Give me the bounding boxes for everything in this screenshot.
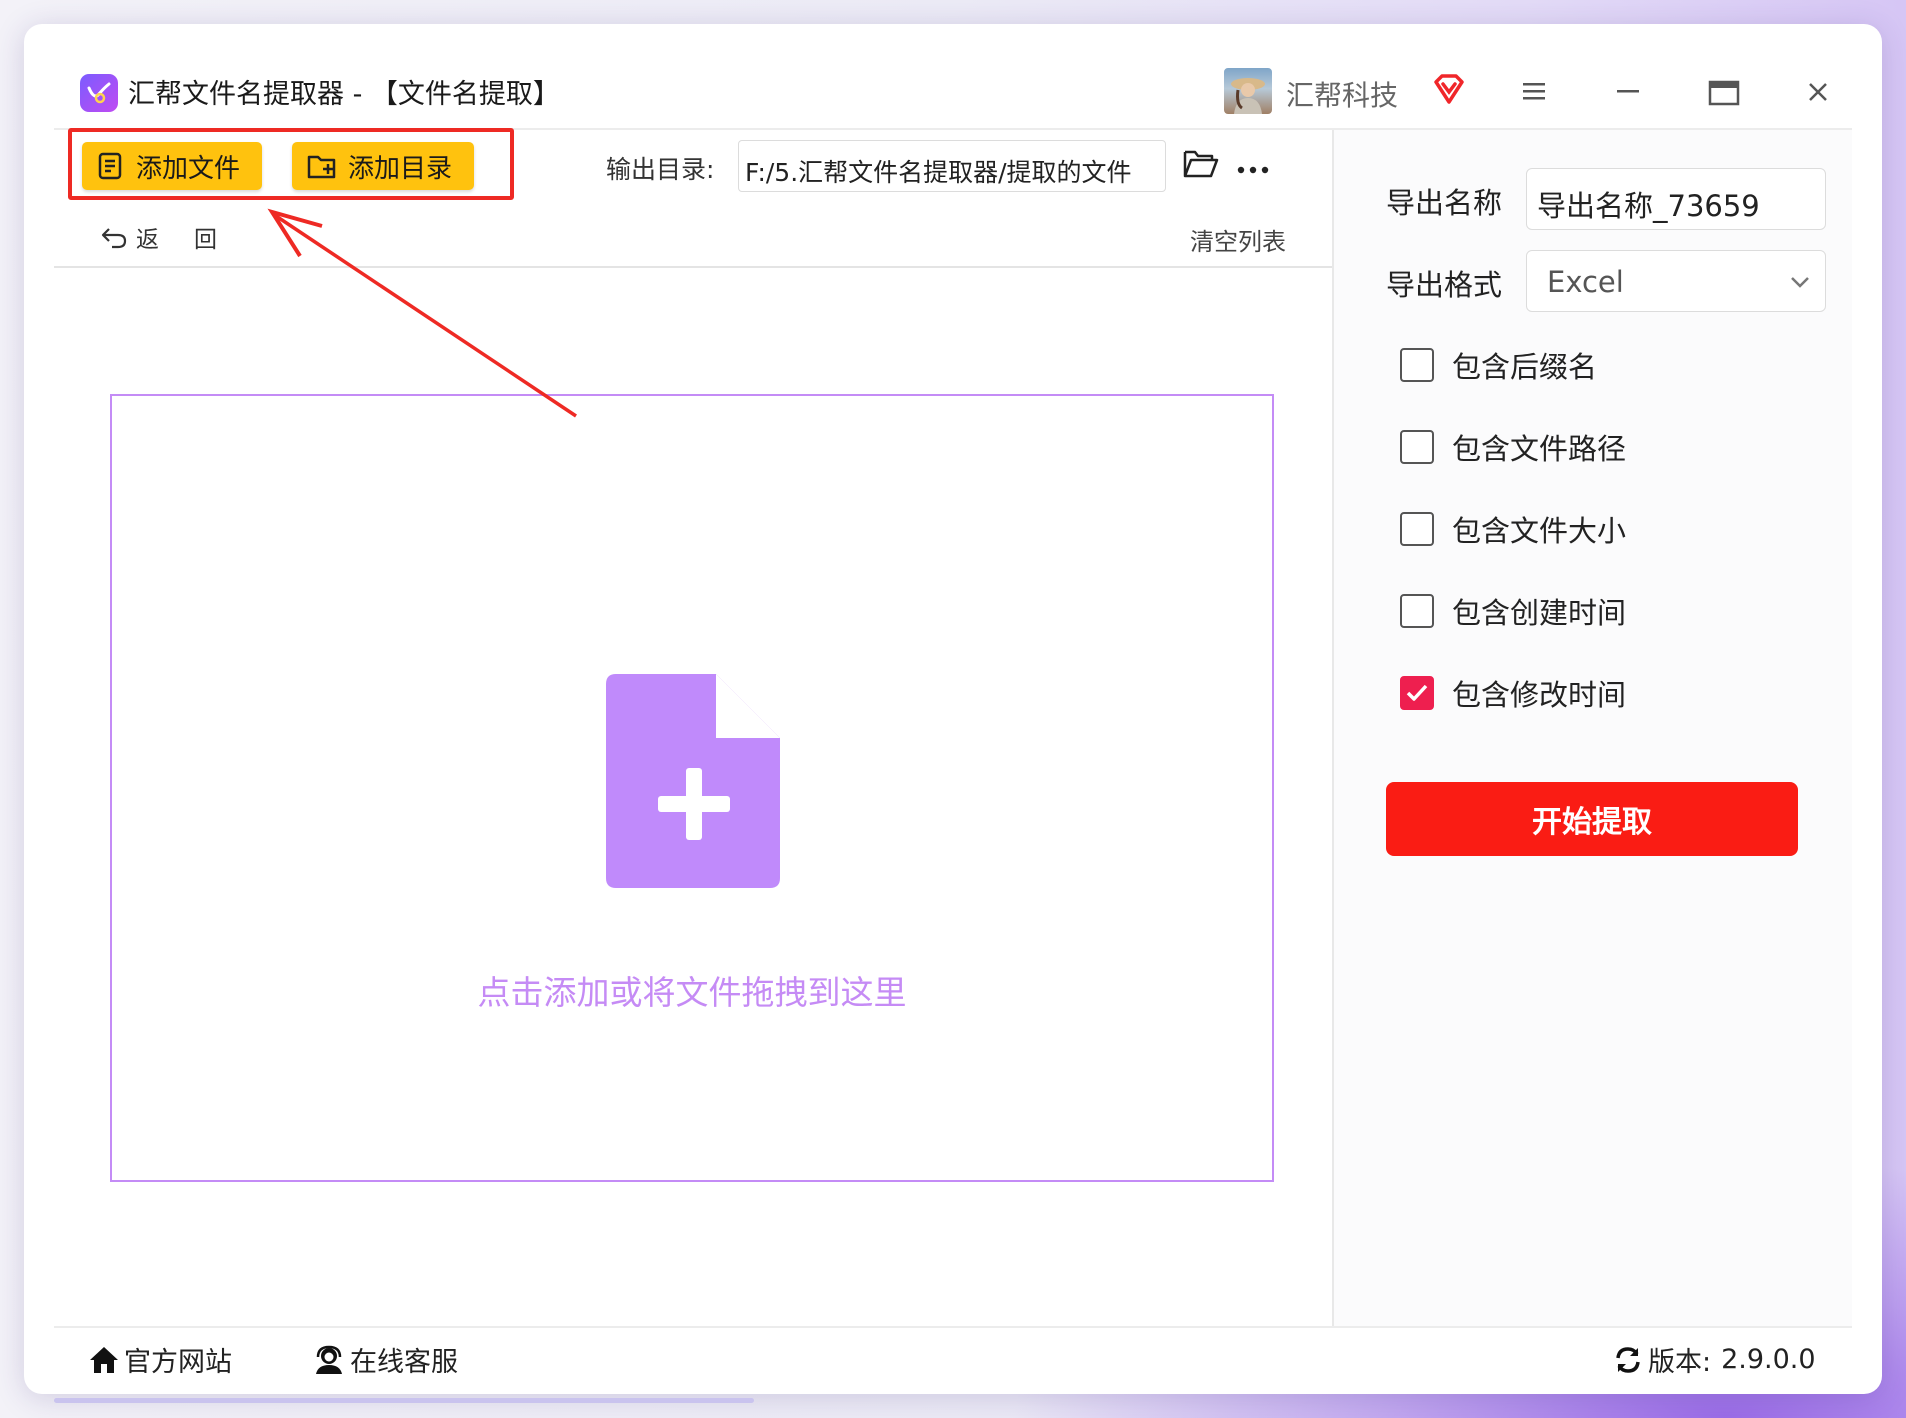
- support-label: 在线客服: [350, 1347, 458, 1378]
- maximize-icon[interactable]: [1704, 80, 1744, 110]
- official-website-link[interactable]: 官方网站: [88, 1340, 232, 1379]
- online-support-link[interactable]: 在线客服: [312, 1340, 458, 1379]
- version-info: 版本: 2.9.0.0: [1612, 1340, 1816, 1379]
- export-name-label: 导出名称: [1386, 186, 1503, 220]
- home-icon: [90, 1346, 118, 1373]
- panel-divider: [1332, 130, 1334, 1326]
- checkbox[interactable]: [1400, 348, 1434, 382]
- option-label: 包含后缀名: [1452, 350, 1598, 384]
- option-created-time[interactable]: 包含创建时间: [1400, 590, 1626, 632]
- window-title: 汇帮文件名提取器 - 【文件名提取】: [128, 79, 560, 110]
- checkbox[interactable]: [1400, 594, 1434, 628]
- option-file-path[interactable]: 包含文件路径: [1400, 426, 1626, 468]
- export-format-select[interactable]: Excel: [1526, 250, 1826, 312]
- chevron-down-icon: [1791, 277, 1809, 288]
- drop-hint-text: 点击添加或将文件拖拽到这里: [477, 973, 907, 1012]
- option-modified-time[interactable]: 包含修改时间: [1400, 672, 1626, 714]
- brand-name: 汇帮科技: [1286, 79, 1399, 112]
- export-format-value: Excel: [1547, 265, 1624, 299]
- back-label: 返 回: [136, 227, 223, 253]
- vip-diamond-icon[interactable]: [1432, 72, 1466, 110]
- export-format-label: 导出格式: [1386, 268, 1503, 302]
- more-options-icon[interactable]: [1236, 160, 1270, 179]
- version-value: 2.9.0.0: [1721, 1344, 1816, 1375]
- file-add-icon[interactable]: [606, 674, 780, 892]
- refresh-icon[interactable]: [1612, 1344, 1644, 1376]
- folder-open-icon[interactable]: [1182, 148, 1220, 184]
- back-button[interactable]: 返 回: [100, 220, 223, 254]
- option-label: 包含文件大小: [1452, 514, 1627, 548]
- option-label: 包含文件路径: [1452, 432, 1627, 466]
- start-extract-button[interactable]: 开始提取: [1386, 782, 1798, 856]
- output-dir-field[interactable]: F:/5.汇帮文件名提取器/提取的文件: [738, 140, 1166, 192]
- clear-list-button[interactable]: 清空列表: [1190, 222, 1286, 257]
- export-name-input[interactable]: 导出名称_73659: [1526, 168, 1826, 230]
- minimize-icon[interactable]: [1608, 80, 1648, 110]
- scrollbar[interactable]: [54, 1398, 754, 1403]
- website-label: 官方网站: [124, 1347, 232, 1378]
- checkbox-checked[interactable]: [1400, 676, 1434, 710]
- app-logo-icon: [80, 74, 118, 112]
- checkbox[interactable]: [1400, 512, 1434, 546]
- list-header-divider: [54, 266, 1332, 268]
- annotation-highlight-box: [68, 128, 514, 200]
- close-icon[interactable]: [1798, 80, 1838, 110]
- option-file-size[interactable]: 包含文件大小: [1400, 508, 1626, 550]
- user-avatar[interactable]: [1224, 68, 1272, 114]
- menu-icon[interactable]: [1514, 80, 1554, 110]
- checkbox[interactable]: [1400, 430, 1434, 464]
- version-label: 版本:: [1648, 1347, 1712, 1378]
- app-window: 汇帮文件名提取器 - 【文件名提取】 汇帮科技 添加文件 添加目录 输出目录: …: [24, 24, 1882, 1394]
- undo-arrow-icon: [101, 228, 127, 249]
- option-label: 包含修改时间: [1452, 678, 1627, 712]
- title-bar: 汇帮文件名提取器 - 【文件名提取】 汇帮科技: [24, 24, 1882, 128]
- output-dir-label: 输出目录:: [606, 155, 715, 184]
- support-agent-icon: [316, 1345, 342, 1374]
- option-suffix[interactable]: 包含后缀名: [1400, 344, 1597, 386]
- option-label: 包含创建时间: [1452, 596, 1627, 630]
- checkmark-icon: [1406, 684, 1428, 701]
- footer-divider: [54, 1326, 1852, 1328]
